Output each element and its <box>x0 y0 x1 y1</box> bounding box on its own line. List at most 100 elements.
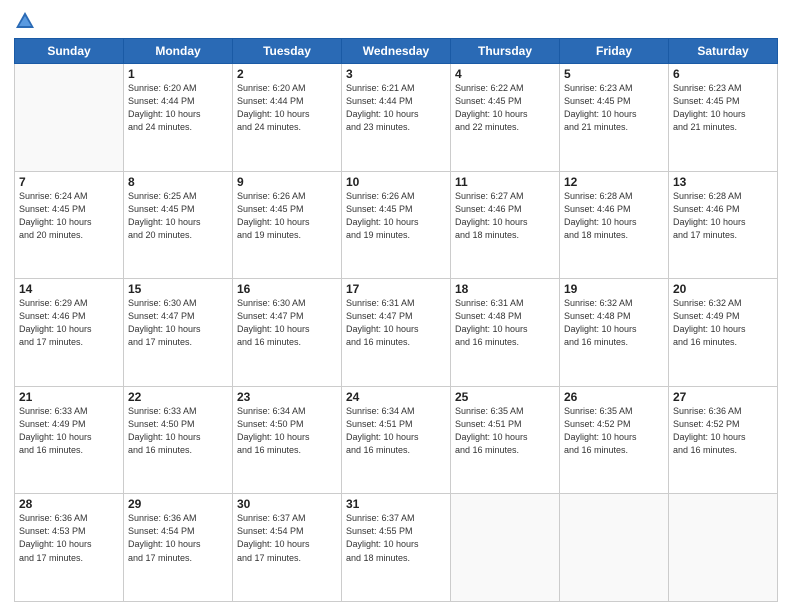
day-info: Sunrise: 6:37 AM Sunset: 4:55 PM Dayligh… <box>346 512 446 564</box>
calendar-cell: 23Sunrise: 6:34 AM Sunset: 4:50 PM Dayli… <box>233 386 342 494</box>
day-number: 29 <box>128 497 228 511</box>
day-info: Sunrise: 6:33 AM Sunset: 4:49 PM Dayligh… <box>19 405 119 457</box>
day-number: 18 <box>455 282 555 296</box>
weekday-header-row: SundayMondayTuesdayWednesdayThursdayFrid… <box>15 39 778 64</box>
day-info: Sunrise: 6:31 AM Sunset: 4:47 PM Dayligh… <box>346 297 446 349</box>
day-number: 5 <box>564 67 664 81</box>
page: SundayMondayTuesdayWednesdayThursdayFrid… <box>0 0 792 612</box>
day-number: 20 <box>673 282 773 296</box>
calendar-cell <box>451 494 560 602</box>
calendar-cell: 6Sunrise: 6:23 AM Sunset: 4:45 PM Daylig… <box>669 64 778 172</box>
weekday-header-thursday: Thursday <box>451 39 560 64</box>
day-number: 28 <box>19 497 119 511</box>
day-info: Sunrise: 6:25 AM Sunset: 4:45 PM Dayligh… <box>128 190 228 242</box>
logo <box>14 10 38 32</box>
day-number: 13 <box>673 175 773 189</box>
calendar-cell: 13Sunrise: 6:28 AM Sunset: 4:46 PM Dayli… <box>669 171 778 279</box>
calendar-cell: 18Sunrise: 6:31 AM Sunset: 4:48 PM Dayli… <box>451 279 560 387</box>
day-info: Sunrise: 6:28 AM Sunset: 4:46 PM Dayligh… <box>673 190 773 242</box>
day-number: 16 <box>237 282 337 296</box>
calendar-cell: 3Sunrise: 6:21 AM Sunset: 4:44 PM Daylig… <box>342 64 451 172</box>
day-number: 10 <box>346 175 446 189</box>
calendar-cell: 14Sunrise: 6:29 AM Sunset: 4:46 PM Dayli… <box>15 279 124 387</box>
calendar-cell: 31Sunrise: 6:37 AM Sunset: 4:55 PM Dayli… <box>342 494 451 602</box>
day-info: Sunrise: 6:36 AM Sunset: 4:52 PM Dayligh… <box>673 405 773 457</box>
calendar-cell: 4Sunrise: 6:22 AM Sunset: 4:45 PM Daylig… <box>451 64 560 172</box>
calendar-week-2: 14Sunrise: 6:29 AM Sunset: 4:46 PM Dayli… <box>15 279 778 387</box>
day-info: Sunrise: 6:37 AM Sunset: 4:54 PM Dayligh… <box>237 512 337 564</box>
day-info: Sunrise: 6:30 AM Sunset: 4:47 PM Dayligh… <box>128 297 228 349</box>
calendar-cell: 24Sunrise: 6:34 AM Sunset: 4:51 PM Dayli… <box>342 386 451 494</box>
day-info: Sunrise: 6:23 AM Sunset: 4:45 PM Dayligh… <box>673 82 773 134</box>
day-number: 14 <box>19 282 119 296</box>
calendar-cell: 28Sunrise: 6:36 AM Sunset: 4:53 PM Dayli… <box>15 494 124 602</box>
day-number: 22 <box>128 390 228 404</box>
calendar-cell: 8Sunrise: 6:25 AM Sunset: 4:45 PM Daylig… <box>124 171 233 279</box>
day-info: Sunrise: 6:22 AM Sunset: 4:45 PM Dayligh… <box>455 82 555 134</box>
calendar-cell <box>560 494 669 602</box>
day-info: Sunrise: 6:34 AM Sunset: 4:51 PM Dayligh… <box>346 405 446 457</box>
calendar-cell: 7Sunrise: 6:24 AM Sunset: 4:45 PM Daylig… <box>15 171 124 279</box>
day-info: Sunrise: 6:23 AM Sunset: 4:45 PM Dayligh… <box>564 82 664 134</box>
day-number: 7 <box>19 175 119 189</box>
calendar-cell: 29Sunrise: 6:36 AM Sunset: 4:54 PM Dayli… <box>124 494 233 602</box>
calendar-cell: 15Sunrise: 6:30 AM Sunset: 4:47 PM Dayli… <box>124 279 233 387</box>
calendar-cell: 10Sunrise: 6:26 AM Sunset: 4:45 PM Dayli… <box>342 171 451 279</box>
day-info: Sunrise: 6:20 AM Sunset: 4:44 PM Dayligh… <box>128 82 228 134</box>
calendar-cell: 11Sunrise: 6:27 AM Sunset: 4:46 PM Dayli… <box>451 171 560 279</box>
calendar-week-1: 7Sunrise: 6:24 AM Sunset: 4:45 PM Daylig… <box>15 171 778 279</box>
day-info: Sunrise: 6:24 AM Sunset: 4:45 PM Dayligh… <box>19 190 119 242</box>
day-info: Sunrise: 6:34 AM Sunset: 4:50 PM Dayligh… <box>237 405 337 457</box>
day-info: Sunrise: 6:21 AM Sunset: 4:44 PM Dayligh… <box>346 82 446 134</box>
calendar-cell <box>15 64 124 172</box>
day-info: Sunrise: 6:33 AM Sunset: 4:50 PM Dayligh… <box>128 405 228 457</box>
day-number: 30 <box>237 497 337 511</box>
calendar-cell: 22Sunrise: 6:33 AM Sunset: 4:50 PM Dayli… <box>124 386 233 494</box>
day-info: Sunrise: 6:30 AM Sunset: 4:47 PM Dayligh… <box>237 297 337 349</box>
day-number: 3 <box>346 67 446 81</box>
calendar-cell: 17Sunrise: 6:31 AM Sunset: 4:47 PM Dayli… <box>342 279 451 387</box>
day-info: Sunrise: 6:27 AM Sunset: 4:46 PM Dayligh… <box>455 190 555 242</box>
calendar-week-3: 21Sunrise: 6:33 AM Sunset: 4:49 PM Dayli… <box>15 386 778 494</box>
day-number: 8 <box>128 175 228 189</box>
calendar-cell: 5Sunrise: 6:23 AM Sunset: 4:45 PM Daylig… <box>560 64 669 172</box>
weekday-header-saturday: Saturday <box>669 39 778 64</box>
day-info: Sunrise: 6:35 AM Sunset: 4:51 PM Dayligh… <box>455 405 555 457</box>
calendar-cell: 9Sunrise: 6:26 AM Sunset: 4:45 PM Daylig… <box>233 171 342 279</box>
day-info: Sunrise: 6:31 AM Sunset: 4:48 PM Dayligh… <box>455 297 555 349</box>
logo-icon <box>14 10 36 32</box>
day-info: Sunrise: 6:36 AM Sunset: 4:54 PM Dayligh… <box>128 512 228 564</box>
day-number: 27 <box>673 390 773 404</box>
day-info: Sunrise: 6:26 AM Sunset: 4:45 PM Dayligh… <box>346 190 446 242</box>
calendar-cell: 1Sunrise: 6:20 AM Sunset: 4:44 PM Daylig… <box>124 64 233 172</box>
day-number: 11 <box>455 175 555 189</box>
day-number: 17 <box>346 282 446 296</box>
calendar-cell: 25Sunrise: 6:35 AM Sunset: 4:51 PM Dayli… <box>451 386 560 494</box>
weekday-header-monday: Monday <box>124 39 233 64</box>
day-info: Sunrise: 6:35 AM Sunset: 4:52 PM Dayligh… <box>564 405 664 457</box>
calendar-week-4: 28Sunrise: 6:36 AM Sunset: 4:53 PM Dayli… <box>15 494 778 602</box>
day-info: Sunrise: 6:28 AM Sunset: 4:46 PM Dayligh… <box>564 190 664 242</box>
weekday-header-sunday: Sunday <box>15 39 124 64</box>
calendar-cell: 27Sunrise: 6:36 AM Sunset: 4:52 PM Dayli… <box>669 386 778 494</box>
day-number: 1 <box>128 67 228 81</box>
day-number: 9 <box>237 175 337 189</box>
weekday-header-friday: Friday <box>560 39 669 64</box>
weekday-header-tuesday: Tuesday <box>233 39 342 64</box>
calendar-cell: 2Sunrise: 6:20 AM Sunset: 4:44 PM Daylig… <box>233 64 342 172</box>
calendar-cell: 30Sunrise: 6:37 AM Sunset: 4:54 PM Dayli… <box>233 494 342 602</box>
day-number: 4 <box>455 67 555 81</box>
day-number: 2 <box>237 67 337 81</box>
calendar-cell: 20Sunrise: 6:32 AM Sunset: 4:49 PM Dayli… <box>669 279 778 387</box>
day-info: Sunrise: 6:36 AM Sunset: 4:53 PM Dayligh… <box>19 512 119 564</box>
calendar-cell: 19Sunrise: 6:32 AM Sunset: 4:48 PM Dayli… <box>560 279 669 387</box>
calendar-cell: 21Sunrise: 6:33 AM Sunset: 4:49 PM Dayli… <box>15 386 124 494</box>
day-info: Sunrise: 6:32 AM Sunset: 4:48 PM Dayligh… <box>564 297 664 349</box>
calendar-table: SundayMondayTuesdayWednesdayThursdayFrid… <box>14 38 778 602</box>
day-number: 24 <box>346 390 446 404</box>
day-number: 31 <box>346 497 446 511</box>
calendar-week-0: 1Sunrise: 6:20 AM Sunset: 4:44 PM Daylig… <box>15 64 778 172</box>
calendar-cell: 12Sunrise: 6:28 AM Sunset: 4:46 PM Dayli… <box>560 171 669 279</box>
weekday-header-wednesday: Wednesday <box>342 39 451 64</box>
day-number: 25 <box>455 390 555 404</box>
